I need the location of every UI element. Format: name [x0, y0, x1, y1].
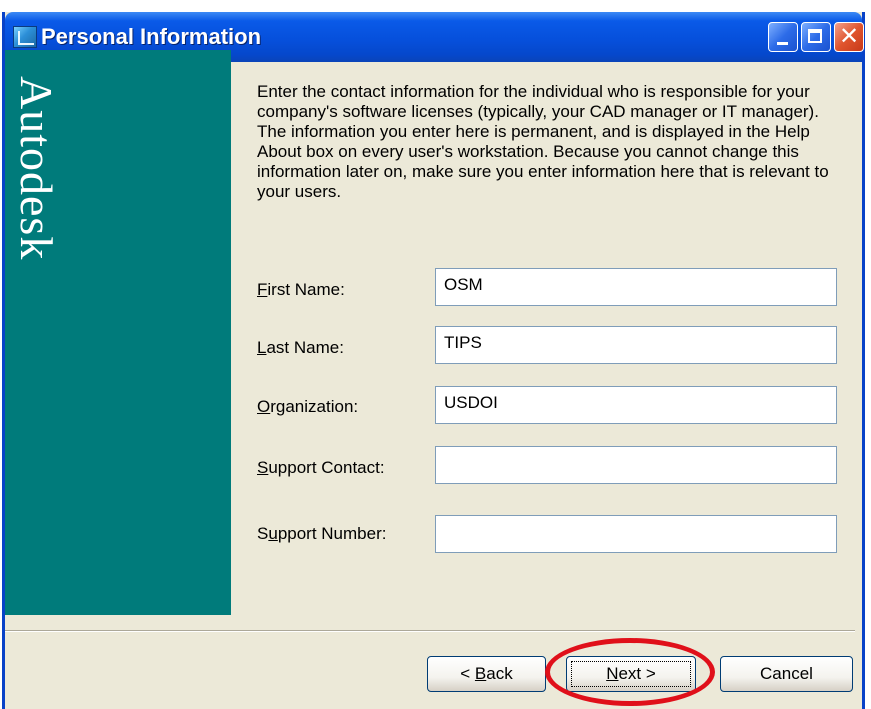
button-separator	[5, 630, 855, 632]
close-button[interactable]: ✕	[834, 22, 864, 52]
last-name-label: Last Name:	[257, 338, 344, 357]
back-button[interactable]: < Back	[427, 656, 546, 692]
first-name-field[interactable]: OSM	[435, 268, 837, 306]
focus-rectangle	[571, 661, 691, 687]
first-name-label: First Name:	[257, 280, 345, 299]
close-icon: ✕	[838, 23, 860, 50]
maximize-button[interactable]	[801, 22, 831, 52]
cancel-button[interactable]: Cancel	[720, 656, 853, 692]
support-contact-field[interactable]	[435, 446, 837, 484]
organization-label: Organization:	[257, 397, 359, 416]
instructions-text: Enter the contact information for the in…	[257, 82, 829, 201]
autodesk-sidebar: Autodesk	[5, 50, 231, 615]
support-number-field[interactable]	[435, 515, 837, 553]
next-button[interactable]: Next >	[566, 656, 696, 692]
app-icon	[13, 26, 37, 48]
organization-field[interactable]: USDOI	[435, 386, 837, 424]
support-contact-label: Support Contact:	[257, 458, 385, 477]
window-title: Personal Information	[41, 24, 262, 49]
autodesk-logo: Autodesk	[11, 76, 62, 261]
last-name-field[interactable]: TIPS	[435, 326, 837, 364]
support-number-label: Support Number:	[257, 524, 387, 543]
minimize-button[interactable]	[768, 22, 798, 52]
